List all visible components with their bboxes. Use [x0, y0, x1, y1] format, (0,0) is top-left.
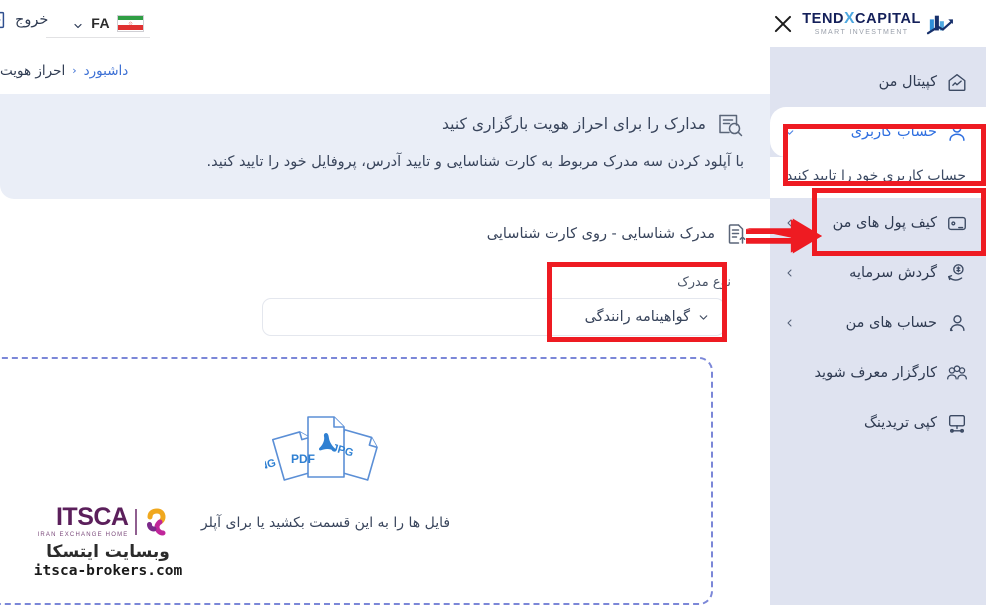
doc-type-value: گواهینامه رانندگی — [584, 309, 690, 325]
user-accounts-icon — [946, 312, 968, 334]
brand-logo[interactable]: CAPITAL X TEND SMART INVESTMENT — [802, 11, 954, 36]
exit-label: خروج — [15, 12, 49, 28]
sidebar-item-my-accounts[interactable]: حساب های من — [770, 298, 986, 348]
kyc-header-card: مدارک را برای احراز هویت بارگزاری کنید ب… — [0, 94, 770, 199]
iran-flag-icon: ۞ — [117, 14, 144, 32]
sidebar: CAPITAL X TEND SMART INVESTMENT کپیتال من — [770, 0, 986, 605]
chevron-left-icon — [784, 267, 796, 279]
kyc-header-title-row: مدارک را برای احراز هویت بارگزاری کنید — [22, 110, 748, 138]
language-code: FA — [91, 15, 110, 31]
document-upload-icon — [724, 222, 748, 246]
people-group-icon — [946, 362, 968, 384]
sidebar-nav: کپیتال من حساب کاربری حساب کاربری خود را… — [770, 47, 986, 448]
dropzone-text: فایل ها را به این قسمت بکشید یا برای آپل… — [200, 515, 451, 531]
close-icon[interactable] — [770, 11, 796, 37]
sidebar-item-capital-flow[interactable]: گردش سرمایه — [770, 248, 986, 298]
chevron-left-icon — [784, 317, 796, 329]
chevron-down-icon — [697, 311, 710, 324]
sidebar-item-label: کیف پول های من — [832, 214, 937, 231]
brand-name-x: X — [844, 10, 856, 28]
chevron-down-icon — [72, 17, 84, 29]
app-root: خروج ۞ FA داشبورد ‹ احراز هویت مدارک را … — [0, 0, 986, 605]
breadcrumb: داشبورد ‹ احراز هویت — [0, 63, 138, 79]
wallet-icon — [946, 212, 968, 234]
document-search-icon — [716, 110, 744, 138]
copy-trading-icon — [946, 412, 968, 434]
section-title-row: مدرک شناسایی - روی کارت شناسایی — [0, 222, 770, 246]
chevron-down-icon — [784, 126, 796, 138]
bar-chart-arrow-logo-icon — [926, 12, 954, 36]
breadcrumb-item-kyc: احراز هویت — [0, 62, 66, 79]
sidebar-item-user-account[interactable]: حساب کاربری — [770, 107, 986, 157]
doc-type-select[interactable]: گواهینامه رانندگی — [262, 298, 725, 336]
home-chart-icon — [946, 71, 968, 93]
file-dropzone[interactable]: PNG PDF JPG فایل ها را به این قسمت بکشید… — [0, 357, 713, 605]
brand-logo-text: CAPITAL X TEND SMART INVESTMENT — [802, 11, 921, 36]
money-flow-icon — [946, 262, 968, 284]
file-types-icon: PNG PDF JPG — [251, 411, 387, 489]
sidebar-item-label: کارگزار معرف شوید — [814, 364, 937, 381]
language-selector[interactable]: ۞ FA — [46, 9, 150, 38]
sidebar-item-label: گردش سرمایه — [849, 264, 937, 281]
section-title: مدرک شناسایی - روی کارت شناسایی — [486, 226, 715, 242]
brand-tagline: SMART INVESTMENT — [814, 28, 909, 36]
sidebar-logo-bar: CAPITAL X TEND SMART INVESTMENT — [770, 0, 986, 47]
chevron-left-icon: ‹ — [72, 64, 77, 77]
sidebar-item-become-broker[interactable]: کارگزار معرف شوید — [770, 348, 986, 398]
topbar: خروج ۞ FA — [0, 0, 770, 47]
sidebar-item-label: کپی تریدینگ — [863, 414, 937, 431]
page-subtitle: با آپلود کردن سه مدرک مربوط به کارت شناس… — [206, 154, 744, 170]
svg-text:PDF: PDF — [291, 452, 315, 466]
page-title: مدارک را برای احراز هویت بارگزاری کنید — [442, 115, 706, 133]
sidebar-subitem-label: حساب کاربری خود را تایید کنید — [786, 168, 966, 184]
brand-name-part1: CAPITAL — [855, 10, 921, 27]
doc-type-select-row: گواهینامه رانندگی — [262, 298, 725, 336]
user-icon — [946, 121, 968, 143]
sidebar-item-my-wallets[interactable]: کیف پول های من — [770, 198, 986, 248]
exit-button[interactable]: خروج — [0, 9, 48, 31]
sidebar-subitem-verify-account[interactable]: حساب کاربری خود را تایید کنید — [770, 157, 986, 198]
breadcrumb-strip: داشبورد ‹ احراز هویت — [0, 47, 770, 94]
doc-type-label: نوع مدرک — [677, 275, 731, 290]
sidebar-item-label: حساب کاربری — [850, 124, 937, 140]
sidebar-item-my-capital[interactable]: کپیتال من — [770, 57, 986, 107]
chevron-left-icon — [784, 217, 796, 229]
sidebar-item-label: کپیتال من — [878, 74, 937, 90]
sidebar-item-copy-trading[interactable]: کپی تریدینگ — [770, 398, 986, 448]
sidebar-item-label: حساب های من — [845, 314, 937, 331]
brand-name-part2: TEND — [802, 10, 845, 27]
logout-icon — [0, 9, 8, 31]
svg-text:PNG: PNG — [265, 457, 277, 475]
breadcrumb-item-dashboard[interactable]: داشبورد — [84, 63, 129, 79]
dropzone-inner: PNG PDF JPG فایل ها را به این قسمت بکشید… — [0, 411, 711, 531]
